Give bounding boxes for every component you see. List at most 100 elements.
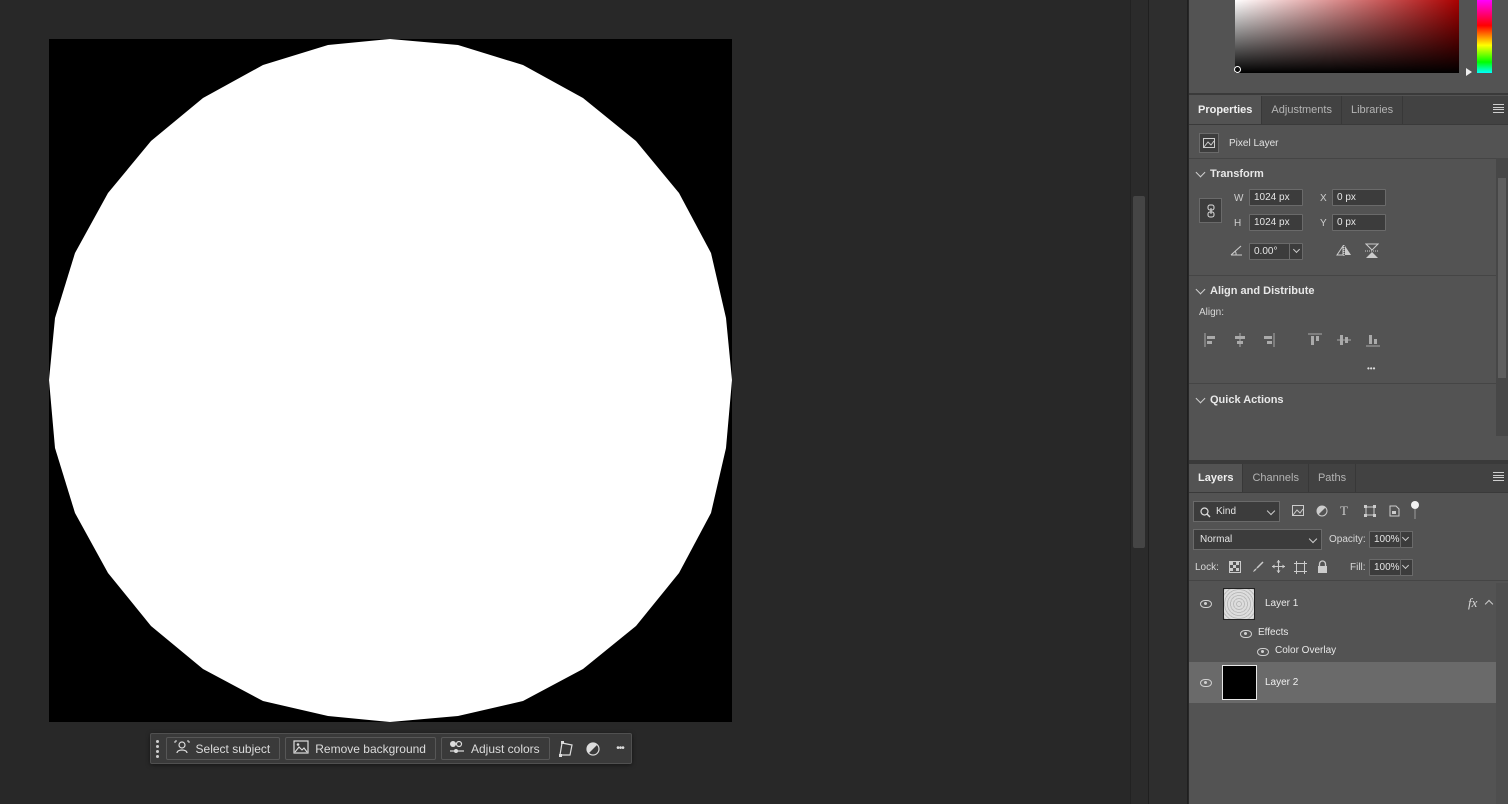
opacity-dropdown[interactable] [1401,531,1413,548]
panel-dock-gutter [1148,0,1188,804]
blend-mode-value: Normal [1200,534,1233,545]
height-label: H [1234,218,1242,229]
visibility-eye-icon[interactable] [1200,679,1212,687]
layer-filter-kind-dropdown[interactable]: Kind [1193,501,1280,522]
hue-slider[interactable] [1477,0,1492,73]
blend-mode-dropdown[interactable]: Normal [1193,529,1322,550]
select-subject-button[interactable]: Select subject [165,737,281,760]
chevron-down-icon [1292,245,1301,254]
height-input[interactable]: 1024 px [1249,214,1303,231]
layer-row-layer-2[interactable]: Layer 2 [1189,662,1496,703]
quick-actions-section-header[interactable]: Quick Actions [1195,393,1284,406]
canvas-workspace[interactable]: Select subject Remove background Adjust … [0,0,1130,804]
fill-input[interactable]: 100% [1369,559,1401,576]
lock-image-pixels-icon[interactable] [1252,561,1264,576]
tab-properties[interactable]: Properties [1189,96,1263,124]
contextual-task-bar: Select subject Remove background Adjust … [150,733,632,764]
tab-paths[interactable]: Paths [1309,464,1357,492]
right-panel-dock: Properties Adjustments Libraries Pixel L… [1189,0,1508,804]
adjust-colors-button[interactable]: Adjust colors [440,737,550,760]
fill-label: Fill: [1350,562,1366,573]
hue-slider-handle[interactable] [1466,68,1472,76]
width-input[interactable]: 1024 px [1249,189,1303,206]
color-panel [1189,0,1508,95]
align-horizontal-centers-icon[interactable] [1233,333,1247,350]
y-input[interactable]: 0 px [1332,214,1386,231]
search-icon [1200,506,1211,525]
layer-thumbnail [1223,588,1255,620]
chevron-down-icon [1195,167,1206,177]
panel-menu-icon[interactable] [1493,104,1504,113]
fill-dropdown[interactable] [1401,559,1413,576]
layer-name[interactable]: Layer 1 [1265,598,1298,609]
angle-dropdown[interactable] [1289,244,1303,259]
chevron-up-icon[interactable] [1484,599,1494,609]
lock-artboard-icon[interactable] [1294,561,1307,577]
x-input[interactable]: 0 px [1332,189,1386,206]
opacity-input[interactable]: 100% [1369,531,1401,548]
y-label: Y [1320,218,1327,229]
filter-adjustment-icon[interactable] [1316,505,1328,520]
adjust-colors-label: Adjust colors [470,741,540,756]
filter-smart-object-icon[interactable] [1389,505,1400,520]
chevron-down-icon [1195,284,1206,294]
drag-handle[interactable] [155,738,161,760]
color-overlay-effect-row[interactable]: Color Overlay [1189,643,1496,661]
more-options-icon[interactable]: ••• [609,737,631,760]
layers-tab-bar: Layers Channels Paths [1189,464,1508,493]
chevron-down-icon [1401,533,1410,542]
filter-type-icon[interactable]: T [1340,503,1348,519]
tab-adjustments[interactable]: Adjustments [1262,96,1342,124]
align-bottom-edges-icon[interactable] [1366,333,1380,350]
properties-scrollbar[interactable] [1496,158,1508,436]
tab-channels[interactable]: Channels [1243,464,1309,492]
chevron-down-icon [1266,506,1276,516]
panel-menu-icon[interactable] [1493,472,1504,481]
align-label: Align: [1199,307,1225,318]
align-vertical-centers-icon[interactable] [1337,333,1351,350]
lock-position-icon[interactable] [1272,560,1285,576]
tab-layers[interactable]: Layers [1189,464,1244,492]
more-align-options-icon[interactable]: ••• [1367,364,1375,373]
visibility-eye-icon[interactable] [1200,600,1212,608]
align-distribute-section-header[interactable]: Align and Distribute [1195,284,1315,297]
remove-background-button[interactable]: Remove background [285,737,436,760]
color-field[interactable] [1235,0,1459,73]
chevron-down-icon [1308,534,1318,544]
color-picker-cursor[interactable] [1234,66,1241,73]
properties-scrollbar-thumb[interactable] [1498,178,1506,378]
divider [1189,275,1496,276]
x-label: X [1320,193,1327,204]
flip-vertical-icon[interactable] [1364,243,1380,262]
angle-icon [1230,245,1243,259]
canvas-scrollbar-thumb[interactable] [1133,196,1145,548]
lock-all-icon[interactable] [1317,560,1328,576]
divider [1189,383,1496,384]
effects-row[interactable]: Effects [1189,625,1496,643]
filter-shape-icon[interactable] [1364,505,1376,520]
filter-pixel-icon[interactable] [1292,505,1304,519]
filter-toggle-icon[interactable] [1411,501,1419,521]
transform-icon[interactable] [555,737,577,760]
layers-scrollbar[interactable] [1496,583,1508,804]
properties-tab-bar: Properties Adjustments Libraries [1189,96,1508,125]
align-distribute-title: Align and Distribute [1210,285,1315,297]
visibility-eye-icon[interactable] [1257,648,1269,656]
visibility-eye-icon[interactable] [1240,630,1252,638]
layer-type-label: Pixel Layer [1229,138,1279,149]
align-right-edges-icon[interactable] [1261,333,1275,350]
align-top-edges-icon[interactable] [1308,333,1322,350]
document-canvas[interactable] [49,39,732,722]
link-proportions-icon[interactable] [1199,198,1222,223]
align-left-edges-icon[interactable] [1204,333,1218,350]
layer-row-layer-1[interactable]: Layer 1 fx [1189,583,1496,625]
quick-actions-title: Quick Actions [1210,394,1284,406]
white-circle-shape [49,39,732,722]
fx-icon[interactable]: fx [1468,595,1477,611]
lock-transparent-pixels-icon[interactable] [1229,561,1241,576]
flip-horizontal-icon[interactable] [1336,244,1352,260]
tab-libraries[interactable]: Libraries [1342,96,1404,124]
transform-section-header[interactable]: Transform [1195,167,1264,180]
layer-name[interactable]: Layer 2 [1265,677,1298,688]
mask-icon[interactable] [582,737,604,760]
